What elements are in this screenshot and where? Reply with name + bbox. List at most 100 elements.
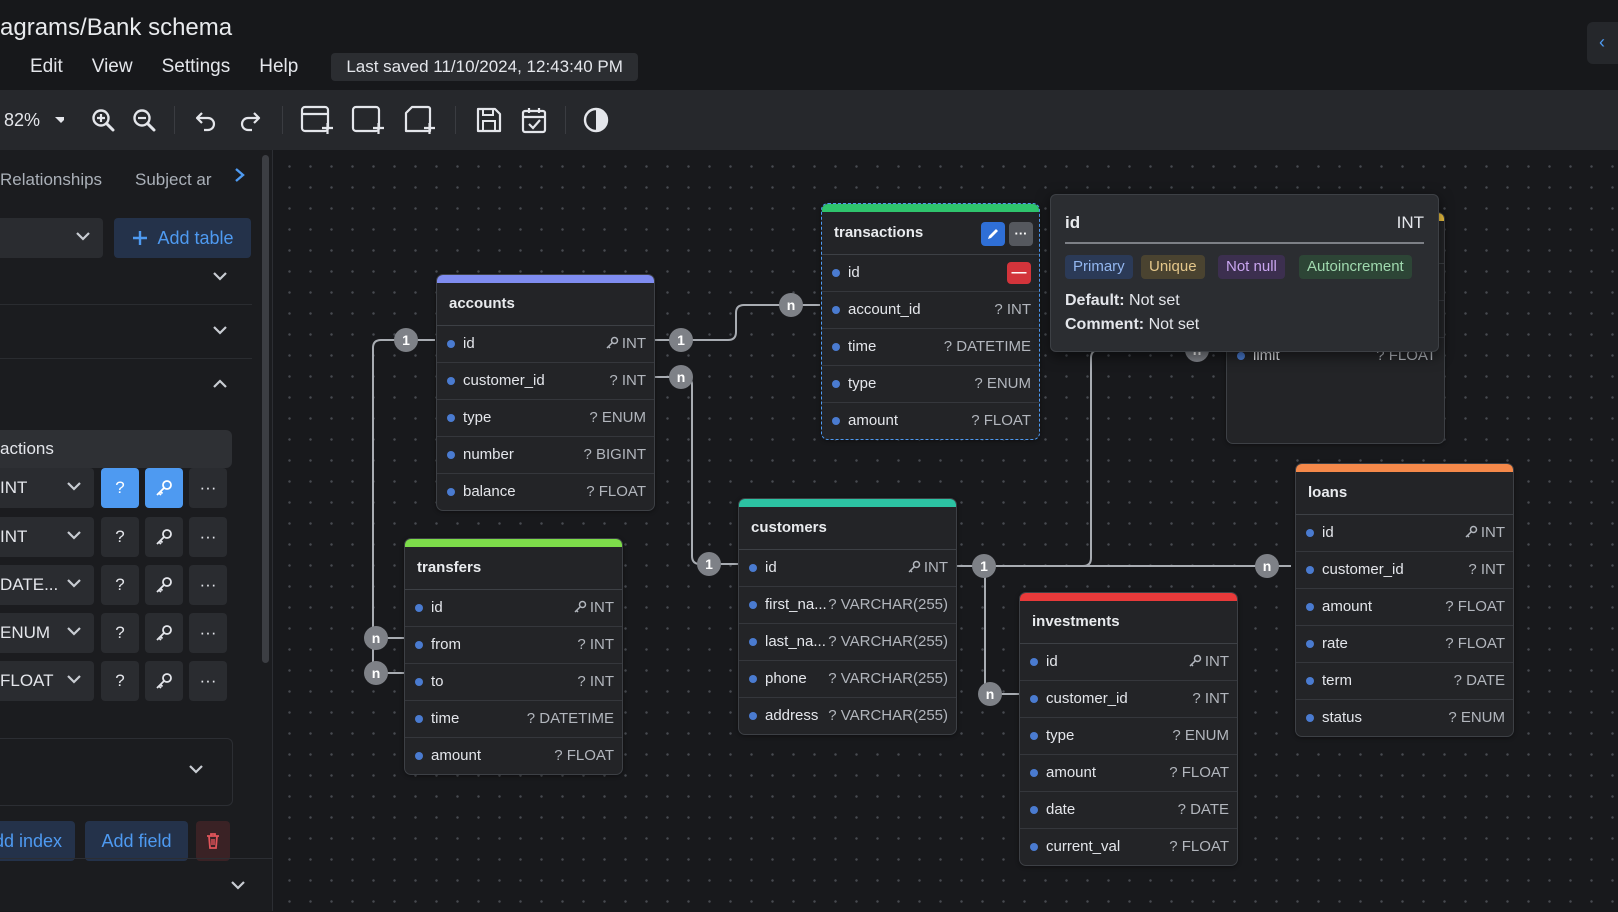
field-handle[interactable] bbox=[447, 451, 455, 459]
table-field-row[interactable]: phone ? VARCHAR(255) bbox=[739, 661, 956, 698]
table-field-row[interactable]: from ? INT bbox=[405, 627, 622, 664]
table-field-row[interactable]: id INT bbox=[739, 550, 956, 587]
table-field-row[interactable]: term ? DATE bbox=[1296, 663, 1513, 700]
todo-button[interactable] bbox=[519, 104, 549, 136]
field-handle[interactable] bbox=[749, 564, 757, 572]
table-header[interactable]: customers bbox=[739, 507, 956, 550]
field-handle[interactable] bbox=[415, 715, 423, 723]
table-field-row[interactable]: id INT bbox=[1296, 515, 1513, 552]
table-field-row[interactable]: status ? ENUM bbox=[1296, 700, 1513, 736]
sidebar-footer[interactable] bbox=[0, 858, 272, 912]
field-handle[interactable] bbox=[1306, 529, 1314, 537]
tab-subject-areas[interactable]: Subject ar bbox=[135, 170, 212, 190]
table-field-row[interactable]: number ? BIGINT bbox=[437, 437, 654, 474]
table-header[interactable]: transactions ··· bbox=[822, 212, 1039, 255]
table-loans[interactable]: loans id INT customer_id? INT amount? FLOAT r… bbox=[1295, 463, 1514, 737]
tab-relationships[interactable]: Relationships bbox=[0, 170, 102, 190]
nullable-toggle[interactable]: ? bbox=[101, 468, 139, 508]
zoom-select[interactable]: 82% bbox=[4, 104, 64, 136]
delete-field-button[interactable]: — bbox=[1007, 262, 1031, 284]
zoom-out-button[interactable] bbox=[129, 104, 159, 136]
field-more-button[interactable]: ··· bbox=[189, 565, 227, 605]
field-handle[interactable] bbox=[749, 638, 757, 646]
table-field-row[interactable]: time ? DATETIME bbox=[405, 701, 622, 738]
field-more-button[interactable]: ··· bbox=[189, 468, 227, 508]
primary-key-toggle[interactable] bbox=[145, 517, 183, 557]
field-handle[interactable] bbox=[749, 712, 757, 720]
field-handle[interactable] bbox=[1306, 677, 1314, 685]
nullable-toggle[interactable]: ? bbox=[101, 613, 139, 653]
primary-key-toggle[interactable] bbox=[145, 613, 183, 653]
edit-table-button[interactable] bbox=[981, 222, 1005, 246]
field-handle[interactable] bbox=[447, 488, 455, 496]
field-handle[interactable] bbox=[832, 380, 840, 388]
table-field-row[interactable]: last_na...? VARCHAR(255) bbox=[739, 624, 956, 661]
table-field-row[interactable]: type ? ENUM bbox=[437, 400, 654, 437]
field-handle[interactable] bbox=[1306, 566, 1314, 574]
table-field-row[interactable]: customer_id ? INT bbox=[1296, 552, 1513, 589]
field-handle[interactable] bbox=[1030, 695, 1038, 703]
table-transfers[interactable]: transfers id INT from ? INT to ? INT time ? DATE… bbox=[404, 538, 623, 775]
field-handle[interactable] bbox=[749, 601, 757, 609]
table-investments[interactable]: investments id INT customer_id ? INT type ? EN… bbox=[1019, 592, 1238, 866]
add-field-button[interactable]: Add field bbox=[85, 821, 188, 861]
menu-settings[interactable]: Settings bbox=[162, 56, 231, 78]
table-field-row[interactable]: balance ? FLOAT bbox=[437, 474, 654, 510]
undo-button[interactable] bbox=[191, 104, 221, 136]
menu-edit[interactable]: Edit bbox=[30, 56, 63, 78]
table-header[interactable]: transfers bbox=[405, 547, 622, 590]
save-button[interactable] bbox=[474, 104, 504, 136]
table-header[interactable]: investments bbox=[1020, 601, 1237, 644]
field-handle[interactable] bbox=[832, 306, 840, 314]
table-field-row[interactable]: date ? DATE bbox=[1020, 792, 1237, 829]
field-handle[interactable] bbox=[447, 377, 455, 385]
table-customers[interactable]: customers id INT first_na...? VARCHAR(255) l… bbox=[738, 498, 957, 735]
table-field-row[interactable]: id INT bbox=[405, 590, 622, 627]
field-handle[interactable] bbox=[832, 269, 840, 277]
table-field-row[interactable]: id INT bbox=[1020, 644, 1237, 681]
field-handle[interactable] bbox=[447, 414, 455, 422]
menu-view[interactable]: View bbox=[92, 56, 133, 78]
field-handle[interactable] bbox=[1306, 714, 1314, 722]
field-type-select[interactable]: INT bbox=[0, 468, 94, 508]
indexes-collapse[interactable] bbox=[0, 738, 233, 806]
table-field-row[interactable]: current_val ? FLOAT bbox=[1020, 829, 1237, 865]
field-type-select[interactable]: DATE... bbox=[0, 565, 94, 605]
sidebar-scrollbar[interactable] bbox=[262, 155, 269, 663]
chevron-right-icon[interactable] bbox=[234, 166, 246, 189]
field-handle[interactable] bbox=[1030, 806, 1038, 814]
field-handle[interactable] bbox=[415, 604, 423, 612]
share-button[interactable]: ‹ bbox=[1587, 22, 1618, 64]
table-field-row[interactable]: time ? DATETIME bbox=[822, 329, 1039, 366]
table-field-row[interactable]: amount ? FLOAT bbox=[405, 738, 622, 774]
field-handle[interactable] bbox=[1030, 658, 1038, 666]
zoom-in-button[interactable] bbox=[88, 104, 118, 136]
nullable-toggle[interactable]: ? bbox=[101, 565, 139, 605]
menu-help[interactable]: Help bbox=[259, 56, 298, 78]
table-header[interactable]: loans bbox=[1296, 472, 1513, 515]
nullable-toggle[interactable]: ? bbox=[101, 661, 139, 701]
table-field-row[interactable]: amount ? FLOAT bbox=[1020, 755, 1237, 792]
add-area-tool[interactable] bbox=[350, 104, 386, 136]
table-field-row[interactable]: to ? INT bbox=[405, 664, 622, 701]
field-type-select[interactable]: INT bbox=[0, 517, 94, 557]
add-table-tool[interactable] bbox=[299, 104, 335, 136]
field-handle[interactable] bbox=[447, 340, 455, 348]
field-more-button[interactable]: ··· bbox=[189, 613, 227, 653]
table-field-row[interactable]: type ? ENUM bbox=[1020, 718, 1237, 755]
table-field-row[interactable]: first_na...? VARCHAR(255) bbox=[739, 587, 956, 624]
table-field-row[interactable]: address ? VARCHAR(255) bbox=[739, 698, 956, 734]
table-accounts[interactable]: accounts id INT customer_id ? INT type ? ENUM n… bbox=[436, 274, 655, 511]
field-handle[interactable] bbox=[1237, 352, 1245, 360]
table-field-row[interactable]: amount ? FLOAT bbox=[822, 403, 1039, 439]
table-collapse-transactions[interactable] bbox=[0, 360, 252, 412]
table-name-input[interactable]: actions bbox=[0, 430, 232, 468]
field-handle[interactable] bbox=[1030, 769, 1038, 777]
diagram-title[interactable]: agrams/Bank schema bbox=[0, 14, 232, 42]
delete-table-button[interactable] bbox=[196, 821, 230, 861]
field-handle[interactable] bbox=[832, 343, 840, 351]
table-field-row[interactable]: customer_id ? INT bbox=[437, 363, 654, 400]
field-type-select[interactable]: ENUM bbox=[0, 613, 94, 653]
field-more-button[interactable]: ··· bbox=[189, 517, 227, 557]
table-field-row[interactable]: rate ? FLOAT bbox=[1296, 626, 1513, 663]
